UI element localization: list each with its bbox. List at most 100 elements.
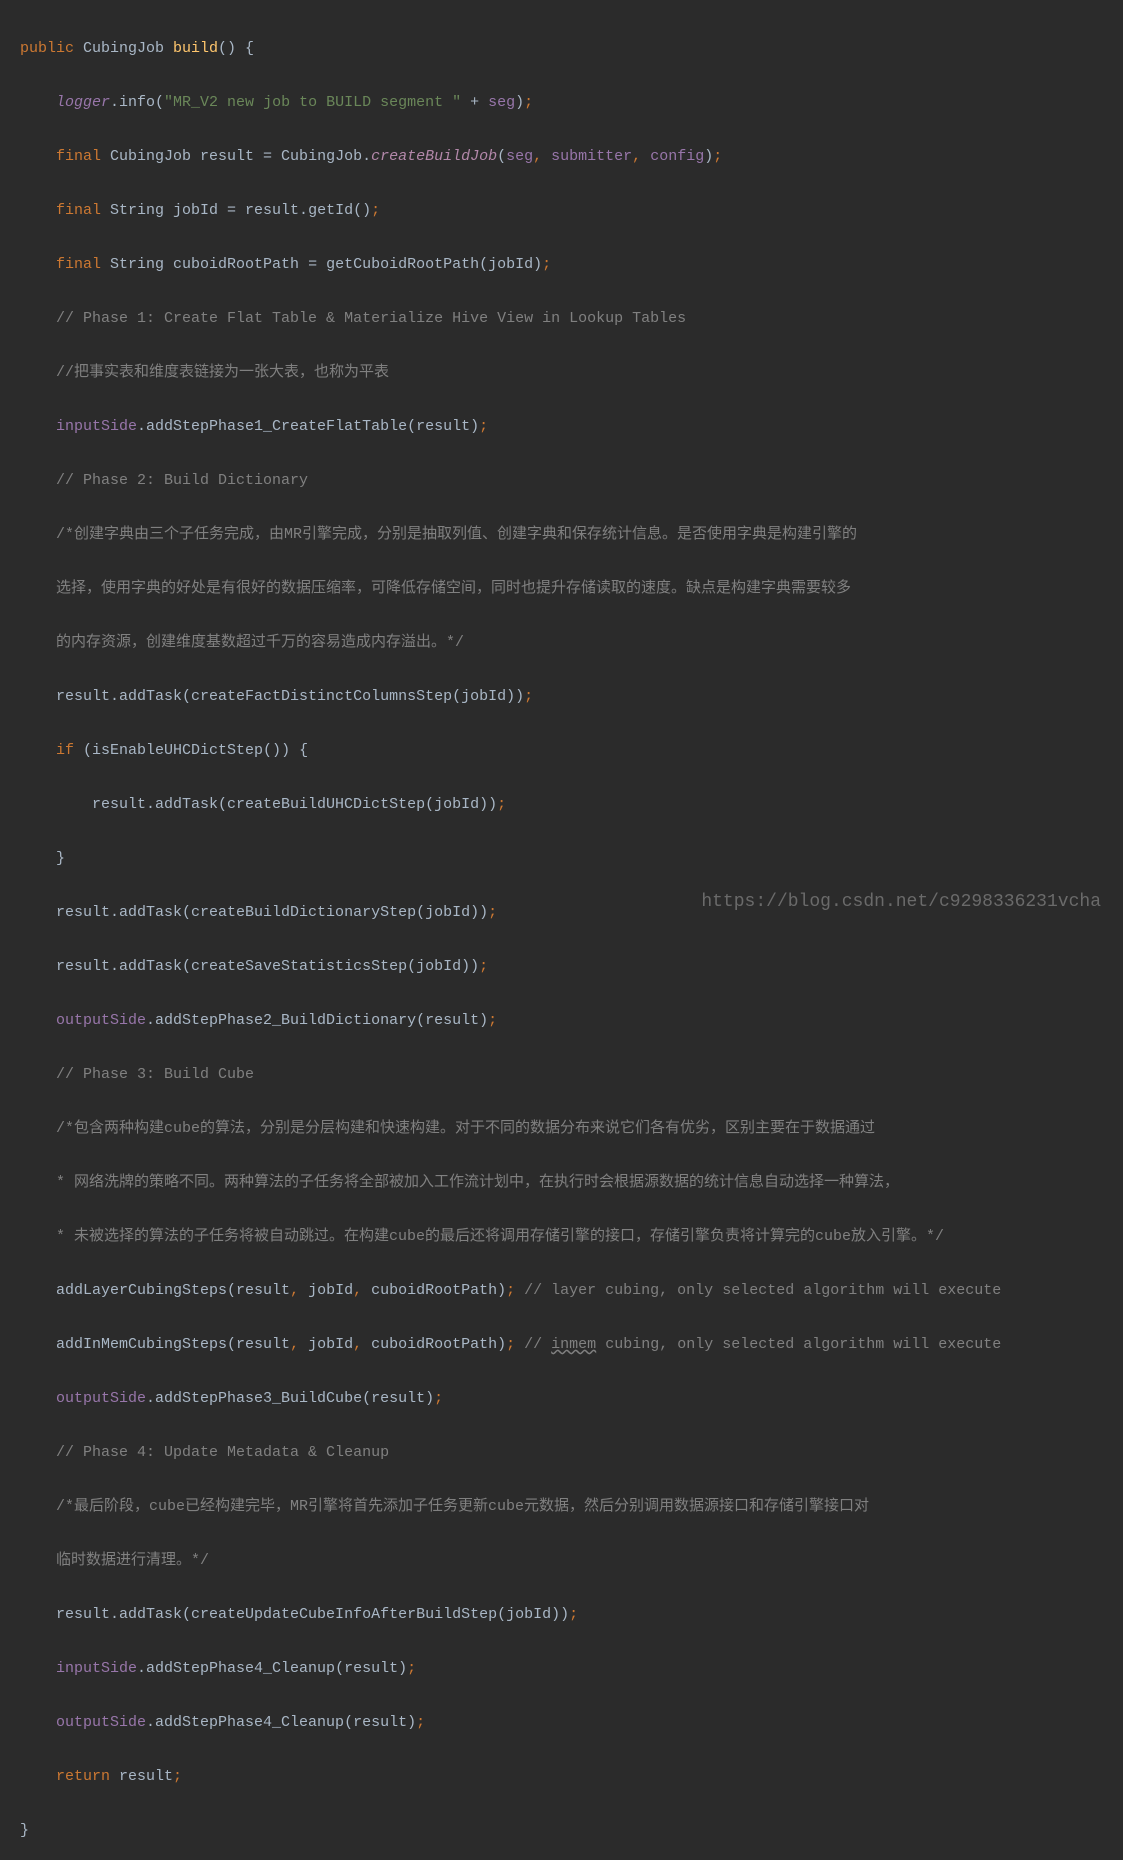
- code-line: result.addTask(createUpdateCubeInfoAfter…: [20, 1601, 1103, 1628]
- keyword-final: final: [56, 148, 110, 165]
- code-line: inputSide.addStepPhase4_Cleanup(result);: [20, 1655, 1103, 1682]
- code-line: inputSide.addStepPhase1_CreateFlatTable(…: [20, 413, 1103, 440]
- comment-line: 选择，使用字典的好处是有很好的数据压缩率，可降低存储空间，同时也提升存储读取的速…: [20, 575, 1103, 602]
- decl: String cuboidRootPath = getCuboidRootPat…: [110, 256, 542, 273]
- method-call: .addStepPhase1_CreateFlatTable(result): [137, 418, 479, 435]
- method-call: result.addTask(createUpdateCubeInfoAfter…: [56, 1606, 569, 1623]
- comment-line: /*最后阶段，cube已经构建完毕，MR引擎将首先添加子任务更新cube元数据，…: [20, 1493, 1103, 1520]
- semicolon: ;: [506, 1282, 524, 1299]
- arg: jobId: [308, 1282, 353, 1299]
- comment-line: /*包含两种构建cube的算法，分别是分层构建和快速构建。对于不同的数据分布来说…: [20, 1115, 1103, 1142]
- method-call: addLayerCubingSteps(result: [56, 1282, 290, 1299]
- brace: }: [20, 1822, 29, 1839]
- code-line: addInMemCubingSteps(result, jobId, cuboi…: [20, 1331, 1103, 1358]
- field-ref: submitter: [551, 148, 632, 165]
- eol-comment: // inmem cubing, only selected algorithm…: [524, 1336, 1001, 1353]
- code-line: final String jobId = result.getId();: [20, 197, 1103, 224]
- keyword-final: final: [56, 202, 110, 219]
- semicolon: ;: [407, 1660, 416, 1677]
- paren: ): [515, 94, 524, 111]
- method-name: build: [173, 40, 218, 57]
- field-ref: outputSide: [56, 1714, 146, 1731]
- operator: +: [470, 94, 488, 111]
- eol-comment: // layer cubing, only selected algorithm…: [524, 1282, 1001, 1299]
- method-call: .addStepPhase2_BuildDictionary(result): [146, 1012, 488, 1029]
- keyword-if: if: [56, 742, 83, 759]
- semicolon: ;: [479, 418, 488, 435]
- code-line: final String cuboidRootPath = getCuboidR…: [20, 251, 1103, 278]
- method-call: result.addTask(createSaveStatisticsStep(…: [56, 958, 479, 975]
- comment-line: 的内存资源，创建维度基数超过千万的容易造成内存溢出。*/: [20, 629, 1103, 656]
- comment-line: // Phase 1: Create Flat Table & Material…: [20, 305, 1103, 332]
- comment-line: // Phase 4: Update Metadata & Cleanup: [20, 1439, 1103, 1466]
- semicolon: ;: [524, 688, 533, 705]
- comment-line: //把事实表和维度表链接为一张大表，也称为平表: [20, 359, 1103, 386]
- semicolon: ;: [416, 1714, 425, 1731]
- semicolon: ;: [488, 1012, 497, 1029]
- semicolon: ;: [371, 202, 380, 219]
- condition: (isEnableUHCDictStep()) {: [83, 742, 308, 759]
- string-literal: "MR_V2 new job to BUILD segment ": [164, 94, 470, 111]
- field-ref: seg: [506, 148, 533, 165]
- static-method: createBuildJob: [371, 148, 497, 165]
- semicolon: ;: [569, 1606, 578, 1623]
- field-ref: config: [650, 148, 704, 165]
- code-line: outputSide.addStepPhase2_BuildDictionary…: [20, 1007, 1103, 1034]
- field-ref: seg: [488, 94, 515, 111]
- paren-brace: () {: [218, 40, 254, 57]
- code-line: return result;: [20, 1763, 1103, 1790]
- method-call: .addStepPhase4_Cleanup(result): [137, 1660, 407, 1677]
- semicolon: ;: [488, 904, 497, 921]
- decl: String jobId = result.getId(): [110, 202, 371, 219]
- watermark: https://blog.csdn.net/c9298336231vcha: [701, 889, 1101, 916]
- comma: ,: [290, 1336, 308, 1353]
- comma: ,: [290, 1282, 308, 1299]
- semicolon: ;: [434, 1390, 443, 1407]
- semicolon: ;: [173, 1768, 182, 1785]
- comment-line: * 未被选择的算法的子任务将被自动跳过。在构建cube的最后还将调用存储引擎的接…: [20, 1223, 1103, 1250]
- brace: }: [56, 850, 65, 867]
- comma: ,: [632, 148, 650, 165]
- code-line: result.addTask(createFactDistinctColumns…: [20, 683, 1103, 710]
- code-line: outputSide.addStepPhase4_Cleanup(result)…: [20, 1709, 1103, 1736]
- arg: cuboidRootPath): [371, 1282, 506, 1299]
- code-line: result.addTask(createBuildUHCDictStep(jo…: [20, 791, 1103, 818]
- code-line: if (isEnableUHCDictStep()) {: [20, 737, 1103, 764]
- keyword-public: public: [20, 40, 83, 57]
- semicolon: ;: [497, 796, 506, 813]
- code-line: outputSide.addStepPhase3_BuildCube(resul…: [20, 1385, 1103, 1412]
- semicolon: ;: [524, 94, 533, 111]
- method-call: result.addTask(createBuildDictionaryStep…: [56, 904, 488, 921]
- comment-line: // Phase 2: Build Dictionary: [20, 467, 1103, 494]
- return-value: result: [119, 1768, 173, 1785]
- code-line: public CubingJob build() {: [20, 35, 1103, 62]
- comma: ,: [533, 148, 551, 165]
- field-ref: inputSide: [56, 1660, 137, 1677]
- arg: jobId: [308, 1336, 353, 1353]
- comma: ,: [353, 1282, 371, 1299]
- code-line: final CubingJob result = CubingJob.creat…: [20, 143, 1103, 170]
- semicolon: ;: [479, 958, 488, 975]
- typo-word: inmem: [551, 1336, 596, 1353]
- method-call: result.addTask(createBuildUHCDictStep(jo…: [92, 796, 497, 813]
- field-ref: outputSide: [56, 1012, 146, 1029]
- code-block: public CubingJob build() { logger.info("…: [0, 0, 1123, 930]
- comma: ,: [353, 1336, 371, 1353]
- comment-line: * 网络洗牌的策略不同。两种算法的子任务将全部被加入工作流计划中，在执行时会根据…: [20, 1169, 1103, 1196]
- field-ref: inputSide: [56, 418, 137, 435]
- arg: cuboidRootPath): [371, 1336, 506, 1353]
- method-call: .addStepPhase3_BuildCube(result): [146, 1390, 434, 1407]
- method-call: .info(: [110, 94, 164, 111]
- method-call: addInMemCubingSteps(result: [56, 1336, 290, 1353]
- code-line: }: [20, 845, 1103, 872]
- semicolon: ;: [506, 1336, 524, 1353]
- semicolon: ;: [542, 256, 551, 273]
- semicolon: ;: [713, 148, 722, 165]
- code-line: result.addTask(createSaveStatisticsStep(…: [20, 953, 1103, 980]
- method-call: .addStepPhase4_Cleanup(result): [146, 1714, 416, 1731]
- decl: CubingJob result = CubingJob.: [110, 148, 371, 165]
- method-call: result.addTask(createFactDistinctColumns…: [56, 688, 524, 705]
- code-line: }: [20, 1817, 1103, 1844]
- keyword-final: final: [56, 256, 110, 273]
- code-line: logger.info("MR_V2 new job to BUILD segm…: [20, 89, 1103, 116]
